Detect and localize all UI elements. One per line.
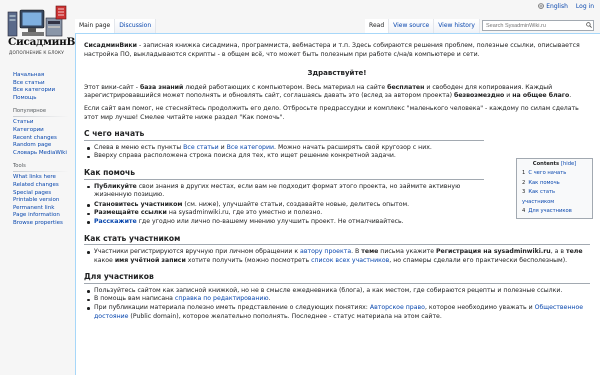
view-tabs: Read View source View history (365, 19, 480, 33)
login-link[interactable]: Log in (576, 3, 594, 10)
list-item: При публикации материала полезно иметь п… (87, 304, 590, 321)
tab-read[interactable]: Read (365, 19, 390, 33)
list-item: В помощь вам написана справка по редакти… (87, 295, 590, 304)
language-link[interactable]: English (538, 3, 568, 10)
main-body: С чего начать Слева в меню есть пункты В… (84, 130, 484, 226)
sidebar-item-what-links-here[interactable]: What links here (13, 174, 74, 182)
sidebar-item-related-changes[interactable]: Related changes (13, 182, 74, 190)
sidebar-heading-tools: Tools (13, 163, 26, 170)
sidebar-navigation: Начальная Все статьи Все категории Помощ… (0, 72, 74, 102)
list-item: Размещайте ссылки на sysadminwiki.ru, гд… (87, 209, 484, 218)
logo-subtitle: ДОПОЛНЕНИЕ К БЛОКУ (9, 50, 64, 55)
sidebar-popular: Популярное Статьи Категории Recent chang… (0, 108, 74, 157)
section-heading-start: С чего начать (84, 130, 484, 141)
sidebar-item-mediawiki-dictionary[interactable]: Словарь MediaWiki (13, 150, 74, 158)
sidebar-item-special-pages[interactable]: Special pages (13, 190, 74, 198)
toc-hide-toggle[interactable]: [hide] (561, 161, 576, 167)
sidebar-item-permanent-link[interactable]: Permanent link (13, 205, 74, 213)
welcome-paragraph: Этот вики-сайт - база знаний людей работ… (84, 83, 572, 100)
toc-item[interactable]: 1С чего начать (522, 169, 587, 178)
section-heading-members: Для участников (84, 273, 590, 284)
section-heading-help: Как помочь (84, 168, 484, 180)
sidebar-item-browse-properties[interactable]: Browse properties (13, 220, 74, 228)
members-list: Пользуйтесь сайтом как записной книжкой,… (84, 287, 590, 321)
section-heading-member: Как стать участником (84, 234, 590, 246)
list-item: Участники регистрируются вручную при лич… (87, 248, 590, 265)
sidebar-divider (13, 116, 69, 118)
list-item: Публикуйте свои знания в других местах, … (87, 183, 484, 200)
list-item: Вверху справа расположена строка поиска … (87, 152, 484, 161)
sidebar-tools: Tools What links here Related changes Sp… (0, 163, 74, 227)
toc-title: Contents [hide] (532, 161, 577, 167)
link-tell[interactable]: Расскажите (94, 218, 137, 225)
tab-view-source[interactable]: View source (389, 19, 435, 33)
sidebar-item-articles[interactable]: Статьи (13, 119, 74, 127)
logo-computer-icon (7, 5, 67, 37)
sidebar-item-all-articles[interactable]: Все статьи (13, 80, 74, 88)
welcome-paragraph-2: Если сайт вам помог, не стесняйтесь прод… (84, 104, 579, 121)
personal-tools: English Log in (538, 3, 594, 10)
sidebar-item-page-information[interactable]: Page information (13, 212, 74, 220)
member-list: Участники регистрируются вручную при лич… (84, 248, 590, 265)
search-input[interactable] (482, 20, 594, 31)
link-all-categories[interactable]: Все категории (227, 144, 274, 151)
list-item: Расскажите где угодно или лично по-вашем… (87, 218, 484, 227)
link-all-articles[interactable]: Все статьи (183, 144, 219, 151)
sidebar-item-random-page[interactable]: Random page (13, 142, 74, 150)
sidebar-item-all-categories[interactable]: Все категории (13, 87, 74, 95)
sidebar-divider (13, 171, 69, 173)
sidebar-item-categories[interactable]: Категории (13, 127, 74, 135)
start-list: Слева в меню есть пункты Все статьи и Вс… (84, 144, 484, 161)
sidebar-item-help[interactable]: Помощь (13, 95, 74, 103)
tab-discussion[interactable]: Discussion (115, 19, 157, 33)
sidebar-heading-popular: Популярное (13, 108, 47, 115)
toc-item[interactable]: 2 Как помочь (522, 179, 587, 188)
toc-item[interactable]: 3 Как стать участником (522, 188, 587, 207)
tab-view-history[interactable]: View history (434, 19, 480, 33)
sidebar: Начальная Все статьи Все категории Помощ… (0, 72, 74, 234)
link-copyright[interactable]: Авторское право (370, 304, 425, 311)
sidebar-item-main[interactable]: Начальная (13, 72, 74, 80)
link-author[interactable]: автору проекта (300, 248, 351, 255)
list-item: Пользуйтесь сайтом как записной книжкой,… (87, 287, 590, 296)
intro-paragraph: СисадминВики - записная книжка сисадмина… (84, 42, 580, 58)
sidebar-item-printable-version[interactable]: Printable version (13, 197, 74, 205)
language-icon (538, 3, 545, 9)
link-all-members[interactable]: список всех участников (311, 257, 389, 264)
table-of-contents: Contents [hide] 1С чего начать 2 Как помо… (516, 158, 593, 220)
help-list: Публикуйте свои знания в других местах, … (84, 183, 484, 227)
namespace-tabs: Main page Discussion (75, 19, 157, 33)
toc-item[interactable]: 4 Для участников (522, 207, 587, 216)
tab-main-page[interactable]: Main page (75, 19, 116, 33)
sidebar-item-recent-changes[interactable]: Recent changes (13, 135, 74, 143)
link-editing-help[interactable]: справка по редактированию (175, 295, 269, 302)
search-icon[interactable] (586, 22, 592, 28)
intro-title: СисадминВики (84, 42, 137, 49)
welcome-heading: Здравствуйте! (307, 69, 367, 78)
